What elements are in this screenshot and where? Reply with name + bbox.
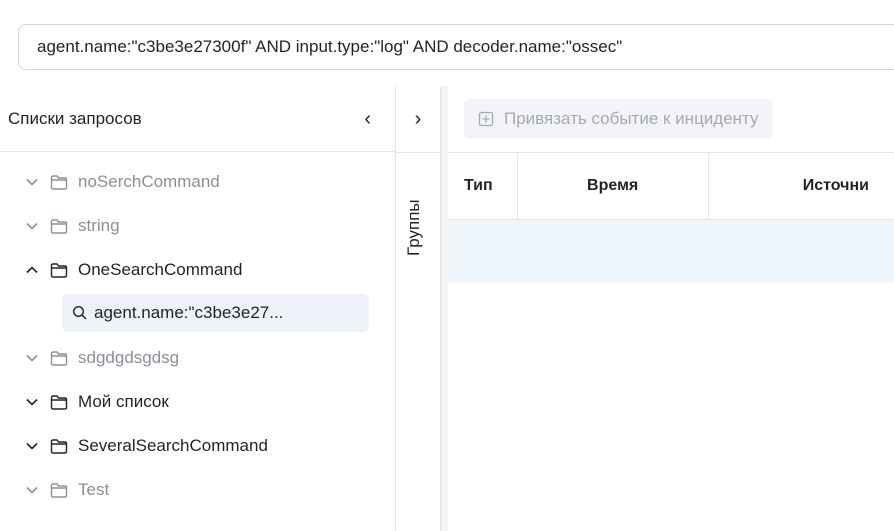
- folder-icon: [50, 174, 68, 190]
- chevron-down-icon: [24, 442, 40, 450]
- chevron-down-icon: [24, 354, 40, 362]
- tree-item-label: Мой список: [78, 392, 169, 411]
- sidebar-title: Списки запросов: [8, 108, 142, 128]
- saved-query-item[interactable]: agent.name:"c3be3e27...: [62, 294, 369, 332]
- search-query-input[interactable]: agent.name:"c3be3e27300f" AND input.type…: [18, 24, 894, 70]
- chevron-down-icon: [24, 398, 40, 406]
- collapse-sidebar-button[interactable]: ‹: [364, 109, 371, 129]
- tree-item-label: OneSearchCommand: [78, 260, 243, 279]
- tree-item-label: string: [78, 216, 120, 235]
- tree-item-severalsearchcommand[interactable]: SeveralSearchCommand: [0, 424, 395, 468]
- table-row[interactable]: [448, 220, 894, 282]
- search-bar-area: agent.name:"c3be3e27300f" AND input.type…: [0, 0, 894, 86]
- events-toolbar: Привязать событие к инциденту: [448, 86, 894, 152]
- folder-icon: [50, 218, 68, 234]
- sidebar-header: Списки запросов ‹: [0, 86, 395, 152]
- attach-event-to-incident-button[interactable]: Привязать событие к инциденту: [464, 99, 773, 139]
- tree-item-sdgdgdsgdsg[interactable]: sdgdgdsgdsg: [0, 336, 395, 380]
- chevron-down-icon: [24, 222, 40, 230]
- chevron-up-icon: [24, 266, 40, 274]
- folder-icon: [50, 482, 68, 498]
- table-header: Тип Время Источни: [448, 152, 894, 220]
- tree-item-onesearchcommand[interactable]: OneSearchCommand: [0, 248, 395, 292]
- plus-square-icon: [478, 111, 494, 127]
- tree-item-my-list[interactable]: Мой список: [0, 380, 395, 424]
- folder-icon: [50, 394, 68, 410]
- tree-item-test[interactable]: Test: [0, 468, 395, 512]
- attach-button-label: Привязать событие к инциденту: [504, 109, 759, 128]
- events-table: Тип Время Источни: [448, 152, 894, 282]
- search-icon: [72, 305, 88, 321]
- chevron-down-icon: [24, 486, 40, 494]
- tree-item-string[interactable]: string: [0, 204, 395, 248]
- folder-icon: [50, 262, 68, 278]
- query-list-tree: noSerchCommand string OneSearchCommand a…: [0, 152, 395, 512]
- column-header-time[interactable]: Время: [518, 153, 709, 219]
- groups-label[interactable]: Группы: [404, 172, 424, 256]
- chevron-down-icon: [24, 178, 40, 186]
- query-lists-sidebar: Списки запросов ‹ noSerchCommand string …: [0, 86, 396, 531]
- tree-item-label: Test: [78, 480, 110, 499]
- tree-item-noserchcommand[interactable]: noSerchCommand: [0, 160, 395, 204]
- tree-item-label: noSerchCommand: [78, 172, 220, 191]
- expand-groups-button[interactable]: ›: [396, 86, 440, 153]
- saved-query-label: agent.name:"c3be3e27...: [94, 303, 284, 322]
- tree-item-label: sdgdgdsgdsg: [78, 348, 180, 367]
- tree-item-label: SeveralSearchCommand: [78, 436, 268, 455]
- column-header-type[interactable]: Тип: [448, 153, 518, 219]
- column-header-source[interactable]: Источни: [709, 153, 894, 219]
- events-main-panel: Привязать событие к инциденту Тип Время …: [448, 86, 894, 531]
- groups-panel: › Группы: [396, 86, 441, 531]
- folder-icon: [50, 350, 68, 366]
- folder-icon: [50, 438, 68, 454]
